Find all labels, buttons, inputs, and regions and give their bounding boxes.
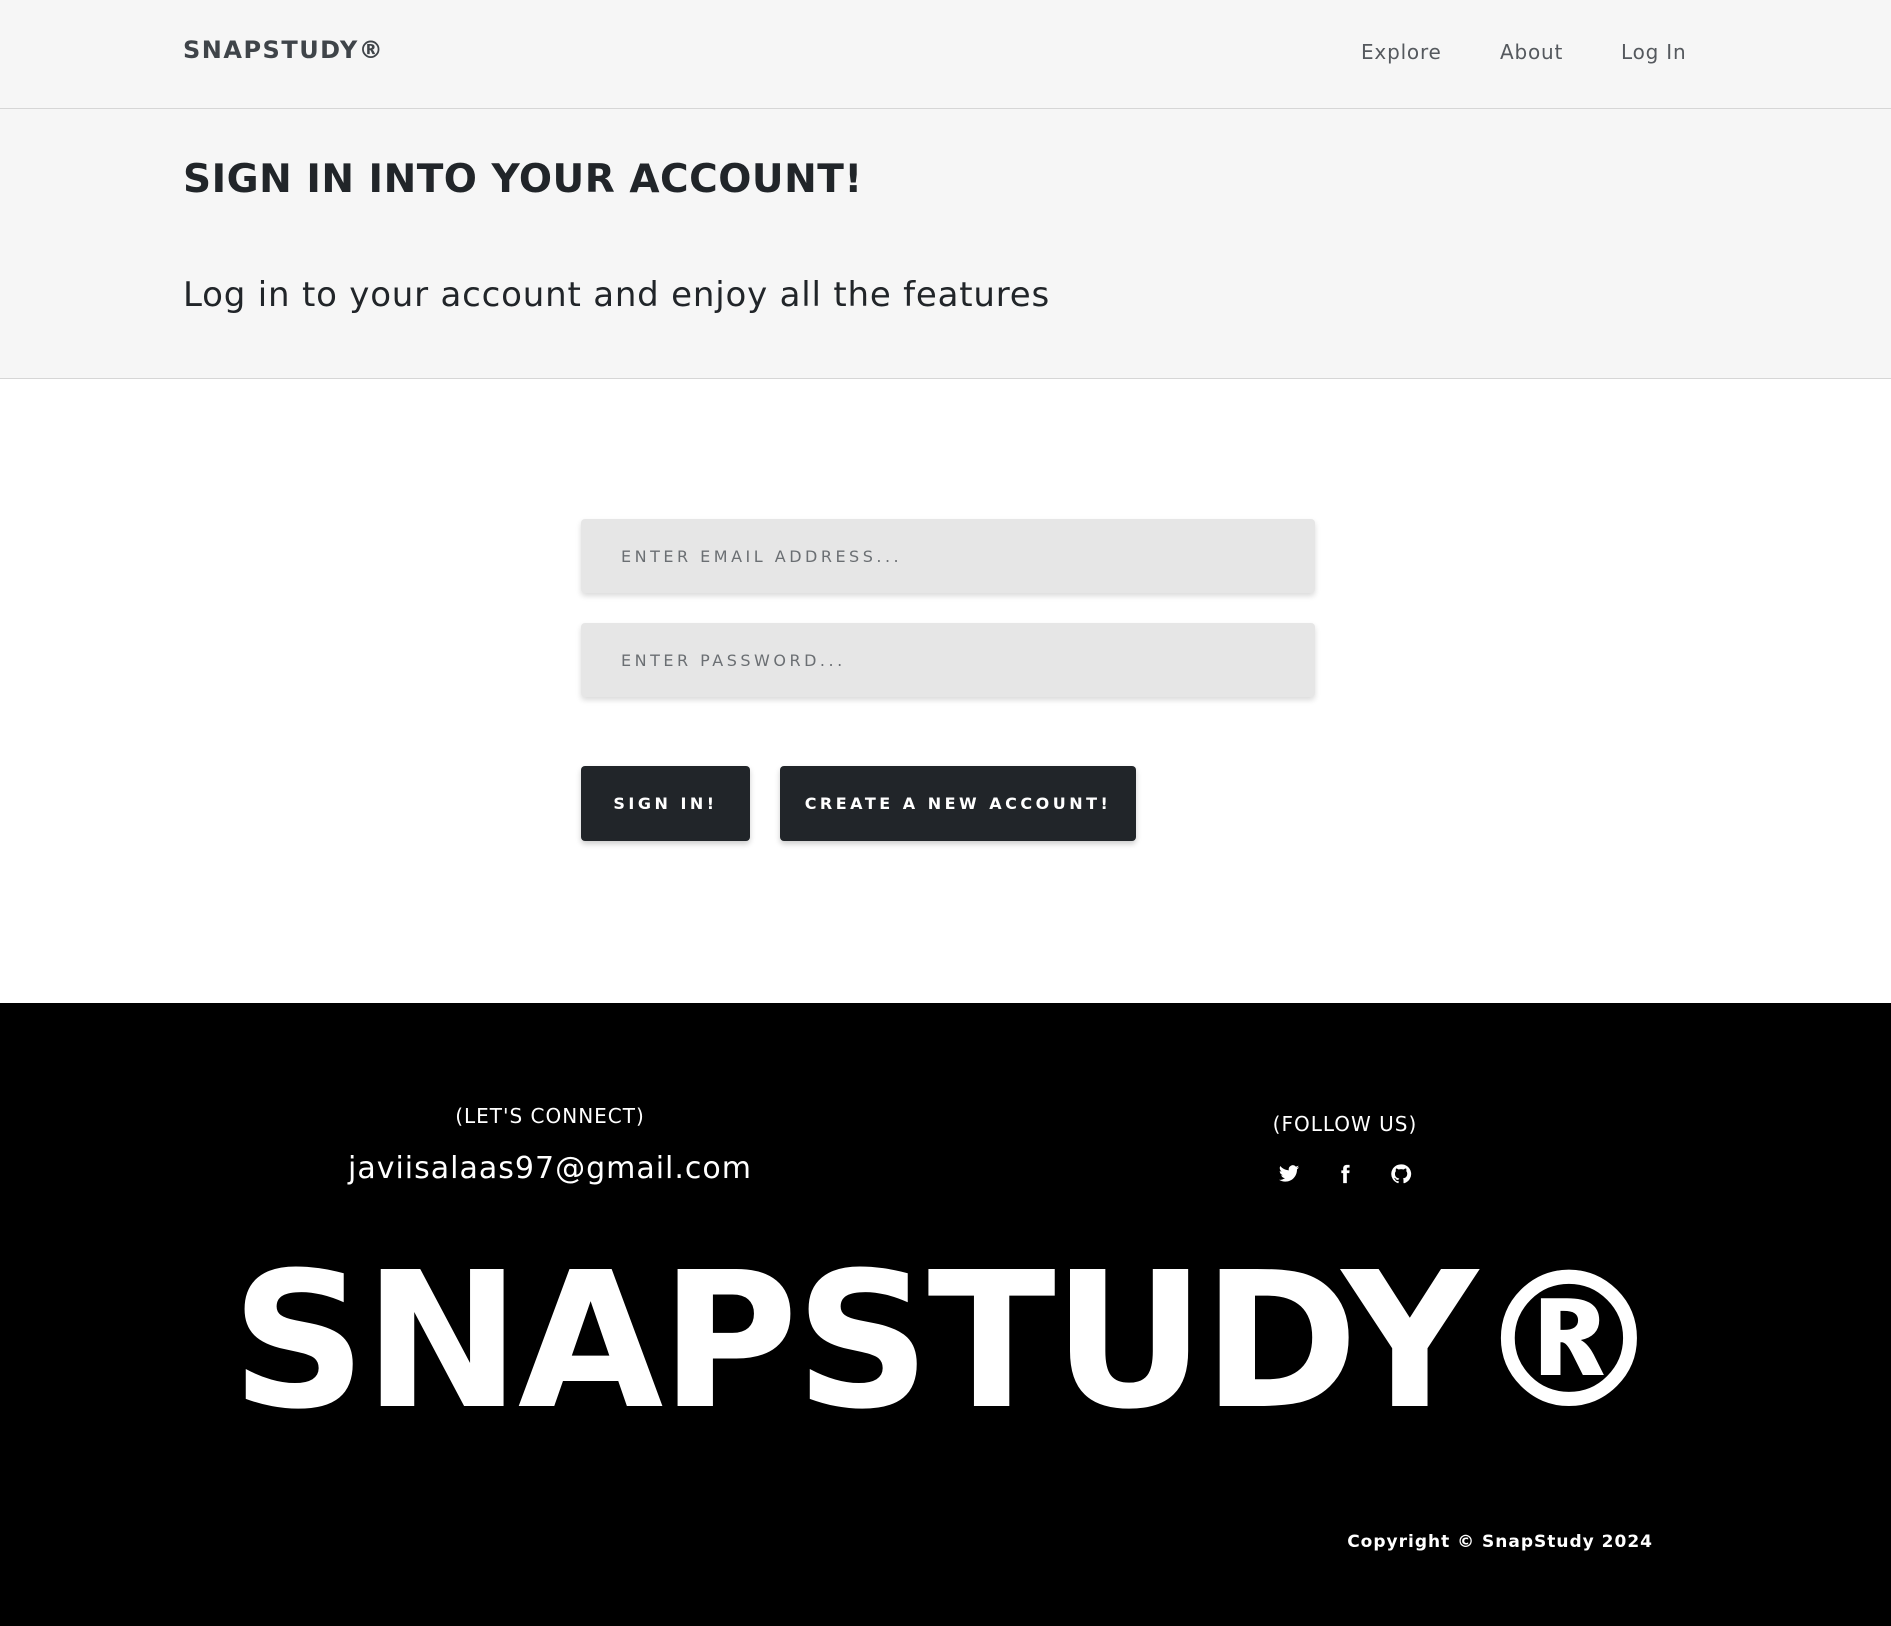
brand-logo[interactable]: SNAPSTUDY® <box>183 36 384 64</box>
follow-title: (FOLLOW US) <box>1272 1112 1418 1136</box>
connect-title: (LET'S CONNECT) <box>455 1104 645 1128</box>
facebook-icon[interactable] <box>1332 1161 1358 1187</box>
copyright-text: Copyright © SnapStudy 2024 <box>1347 1532 1653 1552</box>
nav-link-about[interactable]: About <box>1500 40 1563 64</box>
password-field[interactable] <box>581 623 1315 697</box>
page-subtitle: Log in to your account and enjoy all the… <box>183 275 1051 315</box>
page-title: SIGN IN INTO YOUR ACCOUNT! <box>183 157 863 202</box>
footer-big-logo: SNAPSTUDY® <box>231 1232 1663 1451</box>
twitter-icon[interactable] <box>1276 1161 1302 1187</box>
github-icon[interactable] <box>1388 1161 1414 1187</box>
nav-link-login[interactable]: Log In <box>1621 40 1686 64</box>
navbar: SNAPSTUDY® Explore About Log In <box>0 0 1891 109</box>
contact-email-link[interactable]: javiisalaas97@gmail.com <box>300 1151 800 1186</box>
footer: (LET'S CONNECT) javiisalaas97@gmail.com … <box>0 1003 1891 1626</box>
nav-link-explore[interactable]: Explore <box>1361 40 1442 64</box>
email-field[interactable] <box>581 519 1315 593</box>
create-account-button[interactable]: CREATE A NEW ACCOUNT! <box>780 766 1136 841</box>
page-header: SIGN IN INTO YOUR ACCOUNT! Log in to you… <box>0 109 1891 379</box>
sign-in-button[interactable]: SIGN IN! <box>581 766 750 841</box>
